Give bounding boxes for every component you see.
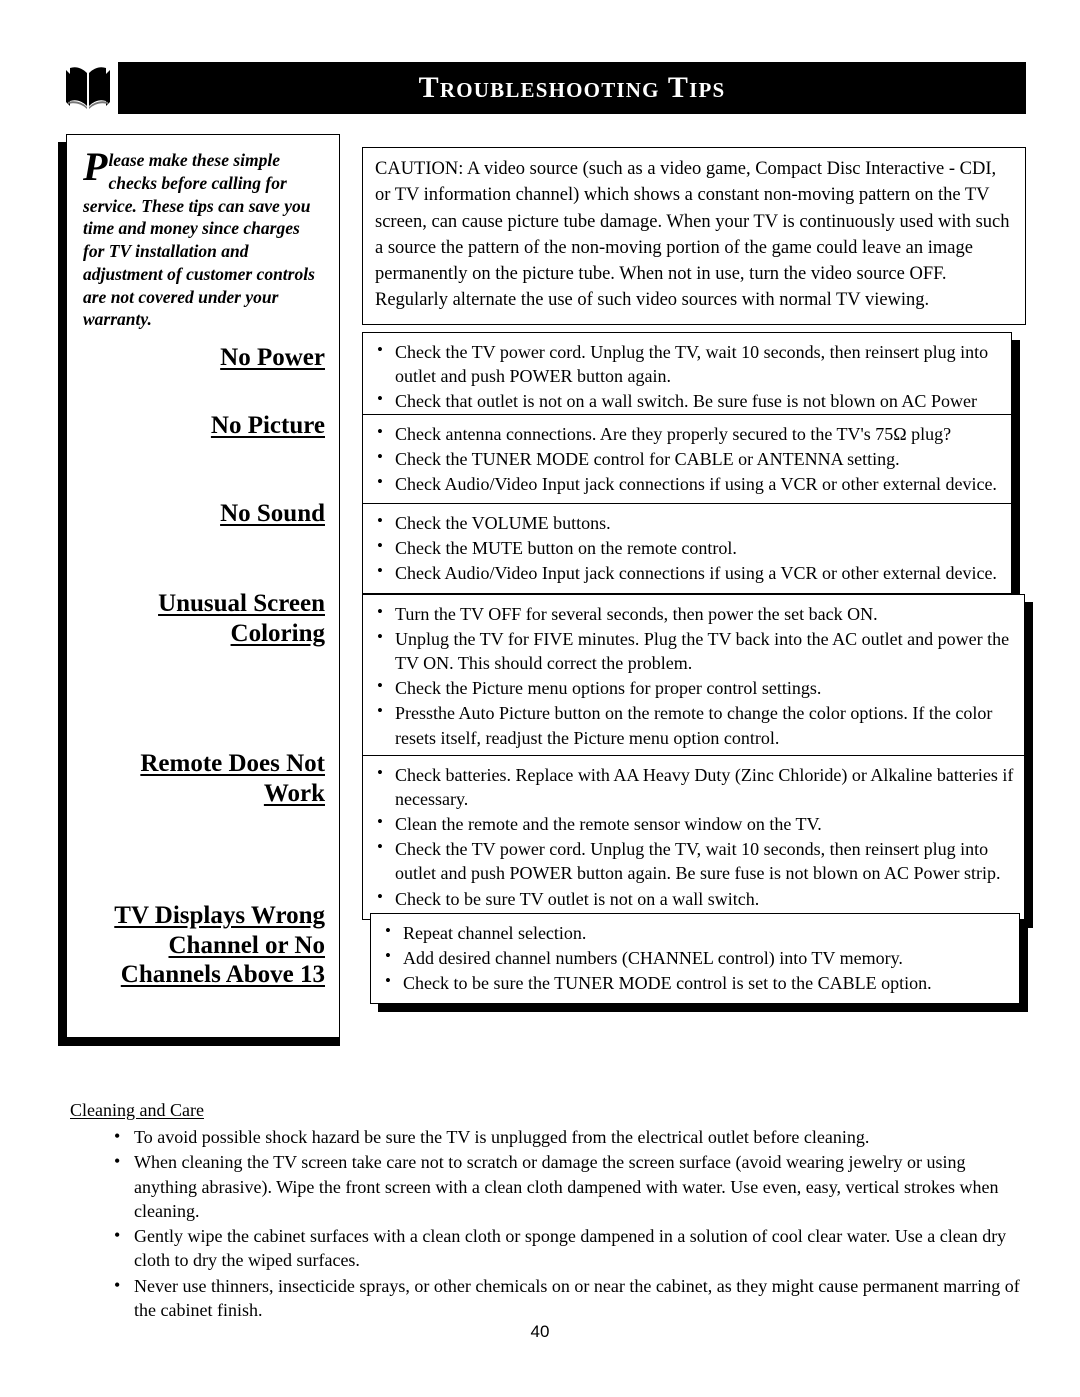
list-item: Check the TV power cord. Unplug the TV, … [375,836,1014,885]
list-item: Check to be sure the TUNER MODE control … [383,970,1009,995]
panel-no-sound: Check the VOLUME buttons. Check the MUTE… [362,503,1020,603]
panel-remote-does-not-work: Check batteries. Replace with AA Heavy D… [362,755,1033,928]
cleaning-and-care-list: To avoid possible shock hazard be sure t… [70,1124,1026,1323]
check-list: Repeat channel selection. Add desired ch… [383,920,1009,995]
panel-body: Check the VOLUME buttons. Check the MUTE… [362,503,1012,595]
panel-unusual-screen-coloring: Turn the TV OFF for several seconds, the… [362,594,1033,767]
list-item: Check the MUTE button on the remote cont… [375,535,1001,560]
list-item: Turn the TV OFF for several seconds, the… [375,601,1014,626]
list-item: Check to be sure TV outlet is not on a w… [375,886,1014,911]
cleaning-and-care-section: Cleaning and Care To avoid possible shoc… [70,1100,1026,1323]
title-bar: Troubleshooting Tips [118,62,1026,114]
sidebar-item-tv-displays-wrong-channel[interactable]: TV Displays Wrong Channel or No Channels… [114,901,325,990]
sidebar-item-unusual-screen-coloring[interactable]: Unusual Screen Coloring [158,589,325,648]
cleaning-and-care-title: Cleaning and Care [70,1100,204,1120]
check-list: Check batteries. Replace with AA Heavy D… [375,762,1014,911]
panel-body: Turn the TV OFF for several seconds, the… [362,594,1025,759]
list-item: Unplug the TV for FIVE minutes. Plug the… [375,626,1014,675]
intro-dropcap: P [83,144,108,189]
panel-body: Check batteries. Replace with AA Heavy D… [362,755,1025,920]
sidebar-item-remote-does-not-work[interactable]: Remote Does Not Work [140,749,325,808]
list-item: To avoid possible shock hazard be sure t… [112,1124,1026,1149]
check-list: Turn the TV OFF for several seconds, the… [375,601,1014,750]
list-item: Check antenna connections. Are they prop… [375,421,1001,446]
panel-tv-displays-wrong-channel: Repeat channel selection. Add desired ch… [370,913,1028,1013]
list-item: Check the Picture menu options for prope… [375,675,1014,700]
sidebar-item-no-sound[interactable]: No Sound [220,499,325,529]
list-item: Clean the remote and the remote sensor w… [375,811,1014,836]
list-item: Never use thinners, insecticide sprays, … [112,1273,1026,1323]
list-item: Repeat channel selection. [383,920,1009,945]
sidebar-panel: Please make these simple checks before c… [66,134,340,1038]
open-book-icon [62,62,114,112]
list-item: Pressthe Auto Picture button on the remo… [375,700,1014,749]
caution-text: CAUTION: A video source (such as a video… [375,159,1010,311]
panel-no-picture: Check antenna connections. Are they prop… [362,414,1020,514]
list-item: When cleaning the TV screen take care no… [112,1149,1026,1223]
intro-text: lease make these simple checks before ca… [83,150,315,330]
list-item: Gently wipe the cabinet surfaces with a … [112,1223,1026,1273]
list-item: Check batteries. Replace with AA Heavy D… [375,762,1014,811]
panel-body: Repeat channel selection. Add desired ch… [370,913,1020,1005]
intro-paragraph: Please make these simple checks before c… [83,144,323,331]
list-item: Check the TV power cord. Unplug the TV, … [375,339,1001,388]
page-header: Troubleshooting Tips [0,62,1080,118]
list-item: Check Audio/Video Input jack connections… [375,560,1001,585]
check-list: Check antenna connections. Are they prop… [375,421,1001,496]
sidebar-item-no-picture[interactable]: No Picture [211,411,325,441]
list-item: Check the TUNER MODE control for CABLE o… [375,446,1001,471]
sidebar-item-no-power[interactable]: No Power [220,343,325,373]
list-item: Check the VOLUME buttons. [375,510,1001,535]
list-item: Add desired channel numbers (CHANNEL con… [383,945,1009,970]
page-title: Troubleshooting Tips [418,71,726,104]
caution-box: CAUTION: A video source (such as a video… [362,147,1026,325]
panel-body: Check antenna connections. Are they prop… [362,414,1012,506]
check-list: Check the VOLUME buttons. Check the MUTE… [375,510,1001,585]
page-number: 40 [530,1322,550,1341]
list-item: Check Audio/Video Input jack connections… [375,471,1001,496]
